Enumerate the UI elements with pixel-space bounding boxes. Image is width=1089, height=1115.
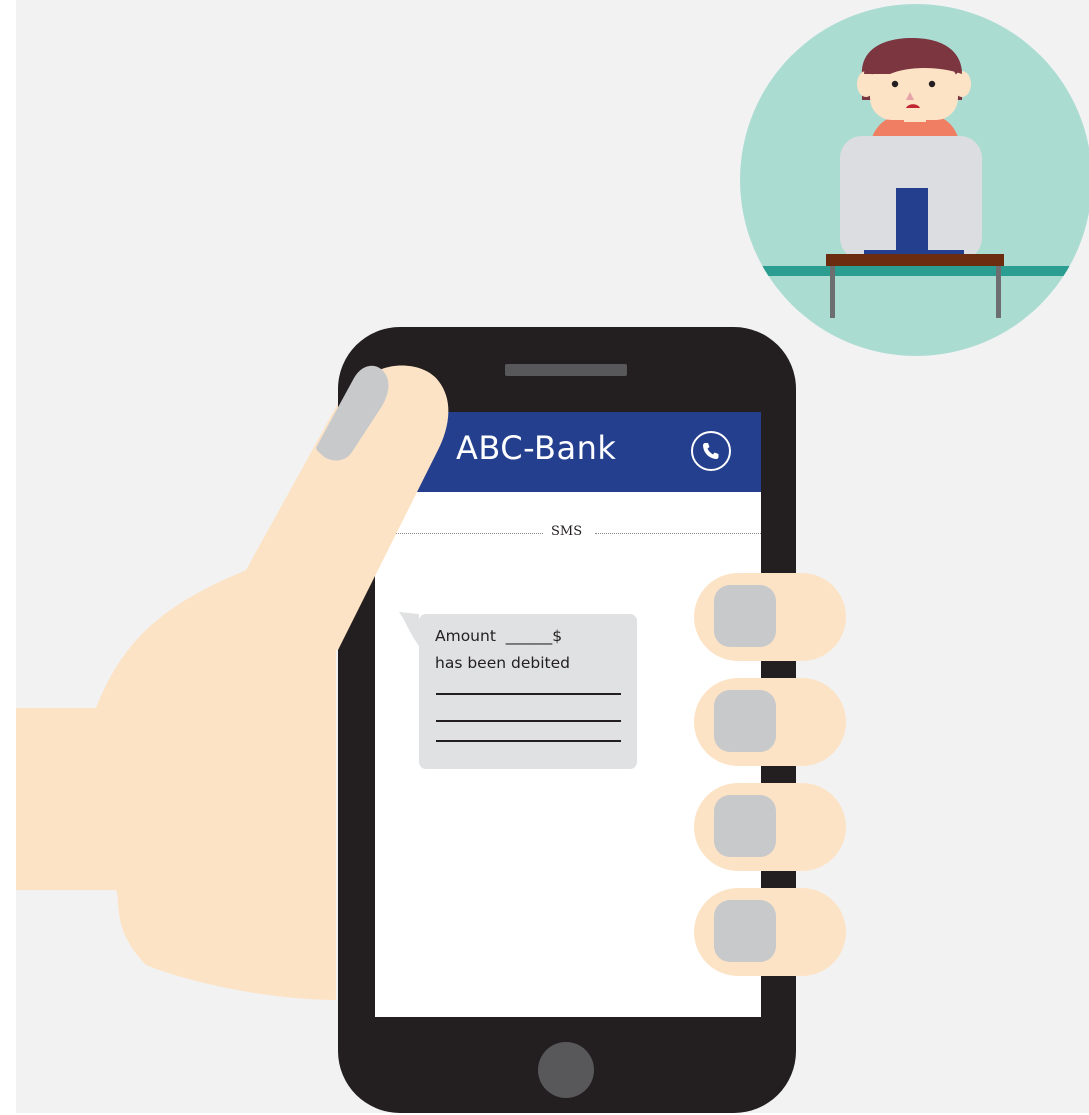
worried-user-avatar: [740, 4, 1089, 356]
finger: [694, 888, 846, 976]
finger-nail: [714, 585, 776, 647]
finger: [694, 573, 846, 661]
finger: [694, 783, 846, 871]
finger-nail: [714, 690, 776, 752]
finger-nail: [714, 900, 776, 962]
person-at-computer-icon: [740, 38, 1089, 318]
finger: [694, 678, 846, 766]
finger-nail: [714, 795, 776, 857]
illustration-scene: ABC-Bank SMS Amount ______$ has been deb…: [16, 0, 1089, 1113]
